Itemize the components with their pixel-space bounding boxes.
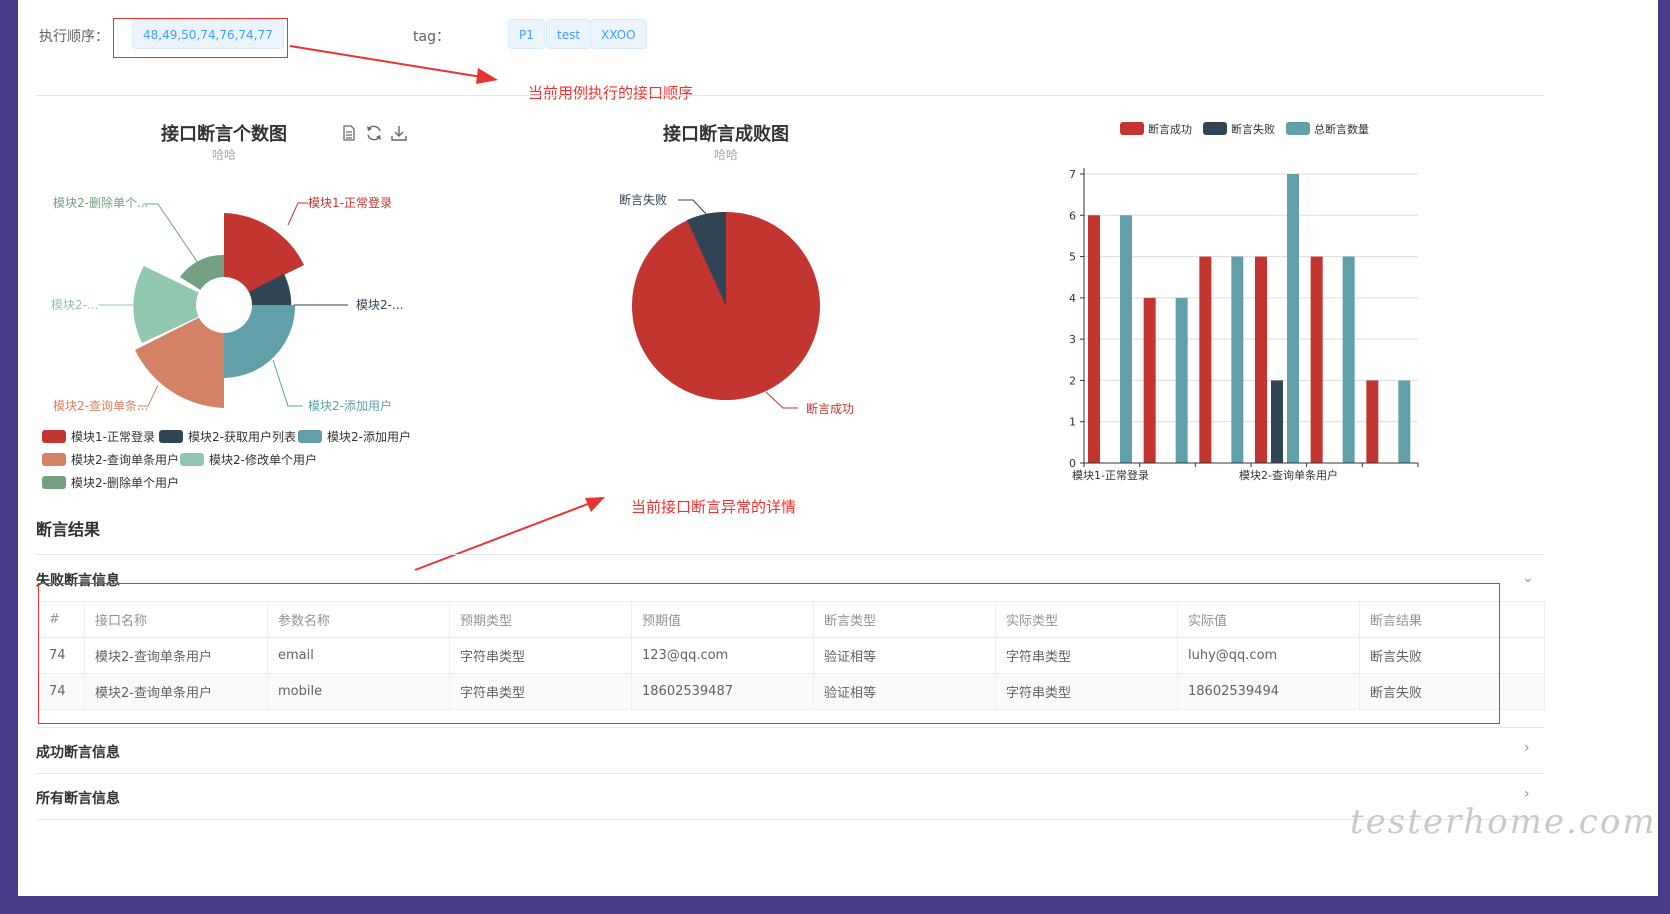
legend-item: 模块1-正常登录 — [71, 429, 155, 444]
report-page: 执行顺序： 48,49,50,74,76,74,77 tag： P1 test … — [18, 0, 1658, 896]
pie-chart: 断言失败 断言成功 — [619, 192, 854, 416]
bar — [1310, 256, 1323, 463]
bar — [1199, 256, 1212, 463]
legend-swatch — [1120, 122, 1144, 135]
bar — [1398, 380, 1411, 463]
legend-swatch — [298, 430, 322, 443]
legend-item: 模块2-获取用户列表 — [188, 429, 296, 444]
bar — [1342, 256, 1355, 463]
annotation-arrow-2 — [414, 497, 605, 571]
y-tick-label: 6 — [1069, 209, 1076, 222]
bar — [1287, 174, 1299, 463]
bar — [1088, 215, 1100, 463]
y-tick-label: 4 — [1069, 292, 1076, 305]
polar-label-5: 模块2-删除单个... — [53, 195, 148, 210]
watermark: testerhome.com — [1350, 802, 1657, 842]
refresh-icon[interactable] — [365, 124, 383, 142]
divider — [36, 773, 1544, 774]
result-section-title: 断言结果 — [36, 520, 101, 539]
tag-p1[interactable]: P1 — [508, 19, 545, 49]
legend-swatch — [1286, 122, 1310, 135]
data-view-icon[interactable] — [340, 124, 358, 142]
pie-label-success: 断言成功 — [806, 401, 854, 416]
polar-legend: 模块1-正常登录 模块2-获取用户列表 模块2-添加用户 模块2-查询单条用户 … — [42, 429, 411, 490]
divider — [36, 95, 1544, 96]
x-tick-label: 模块1-正常登录 — [1072, 468, 1149, 482]
divider — [36, 819, 1544, 820]
polar-label-3: 模块2-查询单条... — [53, 399, 148, 413]
y-tick-label: 2 — [1069, 374, 1076, 387]
bar — [1231, 256, 1244, 463]
legend-item: 断言失败 — [1231, 122, 1275, 136]
assert-detail-annotation: 当前接口断言异常的详情 — [631, 498, 797, 516]
exec-order-highlight-box — [113, 18, 288, 58]
legend-item: 模块2-删除单个用户 — [71, 475, 179, 490]
all-panel-title[interactable]: 所有断言信息 — [36, 788, 120, 808]
y-tick-label: 1 — [1069, 416, 1076, 429]
x-tick-label: 模块2-查询单条用户 — [1239, 468, 1338, 482]
polar-label-0: 模块1-正常登录 — [308, 195, 392, 210]
legend-item: 模块2-查询单条用户 — [71, 452, 179, 467]
pie-label-fail: 断言失败 — [619, 192, 667, 207]
polar-label-1: 模块2-... — [356, 298, 403, 312]
tag-xxoo[interactable]: XXOO — [590, 19, 647, 49]
bar-chart: 断言成功 断言失败 总断言数量 01234567 模块1-正常登录 模块2-查询单条用… — [1069, 122, 1419, 482]
bar — [1143, 297, 1156, 463]
bar — [1366, 380, 1379, 463]
bar — [1120, 215, 1132, 463]
polar-chart-title: 接口断言个数图 — [161, 124, 287, 145]
legend-swatch — [159, 430, 183, 443]
chevron-right-icon[interactable]: › — [1524, 740, 1538, 756]
tag-test[interactable]: test — [546, 19, 592, 49]
bar — [1175, 297, 1188, 463]
chevron-down-icon[interactable]: ⌄ — [1522, 570, 1536, 586]
y-tick-label: 3 — [1069, 333, 1076, 346]
legend-swatch — [42, 430, 66, 443]
divider — [36, 554, 1544, 555]
legend-item: 断言成功 — [1148, 122, 1192, 136]
legend-swatch — [42, 476, 66, 489]
legend-swatch — [180, 453, 204, 466]
legend-swatch — [42, 453, 66, 466]
legend-item: 总断言数量 — [1314, 122, 1369, 136]
y-tick-label: 7 — [1069, 168, 1076, 181]
polar-label-4: 模块2-... — [51, 298, 98, 312]
bar — [1255, 256, 1267, 463]
bar — [1271, 380, 1283, 463]
annotation-arrow-1 — [289, 45, 498, 84]
legend-item: 模块2-修改单个用户 — [209, 452, 317, 467]
fail-table-highlight-box — [38, 583, 1500, 724]
download-icon[interactable] — [390, 124, 408, 142]
legend-swatch — [1203, 122, 1227, 135]
polar-label-2: 模块2-添加用户 — [308, 398, 392, 413]
success-panel-title[interactable]: 成功断言信息 — [36, 742, 120, 762]
divider — [36, 727, 1544, 728]
pie-chart-subtitle: 哈哈 — [713, 148, 738, 162]
pie-chart-title: 接口断言成败图 — [663, 124, 789, 145]
exec-order-label: 执行顺序： — [39, 29, 109, 45]
exec-order-annotation: 当前用例执行的接口顺序 — [528, 84, 694, 102]
chevron-right-icon[interactable]: › — [1524, 786, 1538, 802]
y-tick-label: 5 — [1069, 251, 1076, 264]
legend-item: 模块2-添加用户 — [327, 429, 411, 444]
